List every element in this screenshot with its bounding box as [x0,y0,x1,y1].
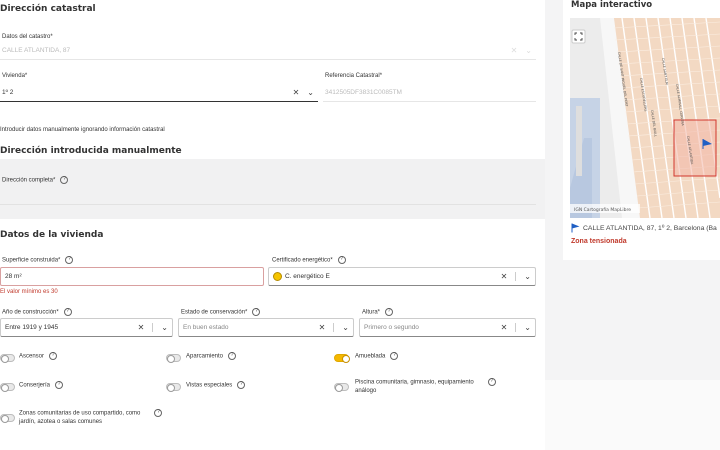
map-address: CALLE ATLANTIDA, 87, 1º 2, Barcelona (Ba [583,224,717,232]
superficie-label: Superficie construida*? [2,256,74,264]
map-attribution[interactable]: IGN Cartografía MapLibre [574,206,631,213]
altura-placeholder: Primero o segundo [364,324,419,331]
chevron-down-icon[interactable]: ⌄ [524,323,531,332]
help-icon[interactable]: ? [385,308,394,316]
chevron-down-icon[interactable]: ⌄ [342,323,349,332]
zonas-toggle[interactable] [0,414,15,423]
manual-entry-link[interactable]: Introducir datos manualmente ignorando i… [0,127,165,133]
aparcamiento-toggle[interactable] [166,354,181,363]
direccion-completa-label: Dirección completa*? [2,176,69,184]
anio-label: Año de construcción*? [2,308,72,316]
fullscreen-button[interactable] [571,29,586,44]
altura-select[interactable]: Primero o segundo ✕ ⌄ [359,318,536,337]
ascensor-toggle[interactable] [0,354,15,363]
certificado-label: Certificado energético*? [272,256,346,264]
conserjeria-label: Conserjería? [19,381,64,390]
help-icon[interactable]: ? [65,256,74,264]
clear-icon[interactable]: ✕ [293,88,300,97]
conserjeria-toggle[interactable] [0,383,15,392]
section-title-catastral: Dirección catastral [0,4,96,14]
help-icon[interactable]: ? [63,308,72,316]
zonas-label: Zonas comunitarias de uso compartido, co… [19,409,163,426]
section-title-vivienda: Datos de la vivienda [0,230,104,240]
amueblada-label: Amueblada? [355,352,399,361]
clear-icon[interactable]: ✕ [501,272,508,281]
help-icon[interactable]: ? [487,378,496,386]
certificado-value: C. energético E [285,273,330,280]
altura-label: Altura*? [362,308,394,316]
estado-label: Estado de conservación*? [181,308,261,316]
piscina-label: Piscina comunitaria, gimnasio, equipamie… [355,378,496,395]
help-icon[interactable]: ? [390,352,399,360]
vivienda-label: Vivienda* [2,73,28,79]
vivienda-select[interactable]: 1º 2 ✕ ⌄ [0,83,318,102]
help-icon[interactable]: ? [60,176,69,184]
bottom-fade [545,380,720,450]
map-address-row: CALLE ATLANTIDA, 87, 1º 2, Barcelona (Ba [571,223,720,235]
direccion-completa-field [0,186,536,205]
help-icon[interactable]: ? [154,409,163,417]
energy-badge-icon [273,272,282,281]
datos-catastro-value: CALLE ATLANTIDA, 87 [2,46,71,54]
help-icon[interactable]: ? [55,381,64,389]
clear-icon[interactable]: ✕ [501,323,508,332]
anio-value: Entre 1919 y 1945 [5,324,59,331]
section-title-manual: Dirección introducida manualmente [0,146,182,156]
certificado-select[interactable]: C. energético E ✕ ⌄ [268,267,536,286]
clear-icon[interactable]: ✕ [138,323,145,332]
help-icon[interactable]: ? [337,256,346,264]
estado-select[interactable]: En buen estado ✕ ⌄ [178,318,354,337]
datos-catastro-label: Datos del catastro* [2,34,53,40]
piscina-toggle[interactable] [334,383,349,392]
chevron-down-icon[interactable]: ⌄ [524,272,531,281]
help-icon[interactable]: ? [228,352,237,360]
vistas-label: Vistas especiales? [186,381,246,390]
clear-icon: ✕ [510,45,518,55]
zona-tensionada-label: Zona tensionada [571,238,627,245]
ascensor-label: Ascensor? [19,352,58,361]
clear-icon[interactable]: ✕ [319,323,326,332]
anio-select[interactable]: Entre 1919 y 1945 ✕ ⌄ [0,318,173,337]
chevron-down-icon[interactable]: ⌄ [161,323,168,332]
datos-catastro-field: CALLE ATLANTIDA, 87 ✕ ⌄ [0,41,536,60]
map-title: Mapa interactivo [571,0,653,10]
vistas-toggle[interactable] [166,383,181,392]
superficie-input[interactable]: 28 m² [0,267,264,286]
superficie-error: El valor mínimo es 30 [0,289,58,295]
referencia-label: Referencia Catastral* [325,73,383,79]
help-icon[interactable]: ? [49,352,58,360]
help-icon[interactable]: ? [252,308,261,316]
referencia-field: 3412505DF3831C0085TM [323,83,536,102]
flag-icon [571,223,580,233]
interactive-map[interactable]: CALLE DE SANT MIQUEL DEL PORT CALLE ESCU… [570,18,720,218]
referencia-value: 3412505DF3831C0085TM [325,88,402,96]
estado-placeholder: En buen estado [183,324,229,331]
chevron-down-icon: ⌄ [525,45,532,55]
aparcamiento-label: Aparcamiento? [186,352,237,361]
vivienda-value: 1º 2 [2,88,14,96]
amueblada-toggle[interactable] [334,354,350,363]
superficie-value: 28 m² [5,273,22,280]
map-canvas[interactable]: CALLE DE SANT MIQUEL DEL PORT CALLE ESCU… [570,18,720,218]
chevron-down-icon[interactable]: ⌄ [307,88,314,97]
help-icon[interactable]: ? [237,381,246,389]
